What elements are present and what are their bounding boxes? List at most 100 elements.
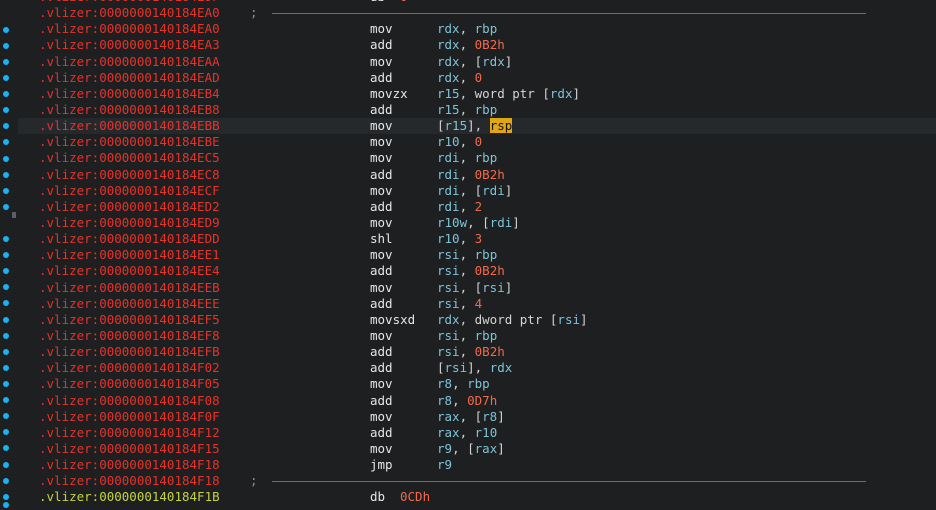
instruction-line[interactable]: .vlizer:0000000140184EBB mov [r15], rsp [18,118,936,135]
address-label[interactable]: .vlizer:0000000140184ED2 [39,199,220,215]
address-label[interactable]: .vlizer:0000000140184EDD [39,231,220,247]
immediate-operand[interactable]: 0B2h [475,344,505,359]
mnemonic[interactable]: add [370,393,393,409]
register-operand[interactable]: rsi [445,360,468,375]
instruction-line[interactable]: .vlizer:0000000140184EA0 mov rdx, rbp [18,21,936,37]
address-label[interactable]: .vlizer:0000000140184EEB [39,280,220,296]
mnemonic[interactable]: add [370,263,393,279]
instruction-line[interactable]: .vlizer:0000000140184EDD shl r10, 3 [18,231,936,247]
address-label[interactable]: .vlizer:0000000140184EC5 [39,150,220,166]
register-operand[interactable]: rdx [550,86,573,101]
instruction-line[interactable]: .vlizer:0000000140184F02 add [rsi], rdx [18,360,936,376]
register-operand[interactable]: rdi [437,183,460,198]
register-operand[interactable]: rbp [475,21,498,36]
breakpoint-dot-icon[interactable] [3,494,9,500]
mnemonic[interactable]: mov [370,150,393,166]
register-operand[interactable]: r15 [437,102,460,117]
instruction-line[interactable]: .vlizer:0000000140184EF8 mov rsi, rbp [18,328,936,344]
register-operand[interactable]: rsi [437,328,460,343]
immediate-operand[interactable]: 0D7h [467,393,497,408]
instruction-line[interactable]: .vlizer:0000000140184EB8 add r15, rbp [18,102,936,118]
immediate-operand[interactable]: 0 [475,70,483,85]
instruction-line[interactable]: .vlizer:0000000140184EA3 add rdx, 0B2h [18,37,936,53]
breakpoint-dot-icon[interactable] [3,172,9,178]
mnemonic[interactable]: mov [370,409,393,425]
instruction-line[interactable]: .vlizer:0000000140184EAA mov rdx, [rdx] [18,54,936,70]
instruction-line[interactable]: .vlizer:0000000140184EAD add rdx, 0 [18,70,936,86]
breakpoint-dot-icon[interactable] [3,502,9,508]
address-label[interactable]: .vlizer:0000000140184F15 [39,441,220,457]
mnemonic[interactable]: add [370,167,393,183]
address-label[interactable]: .vlizer:0000000140184EC8 [39,167,220,183]
register-operand[interactable]: r10 [475,425,498,440]
mnemonic[interactable]: mov [370,54,393,70]
mnemonic[interactable]: jmp [370,457,393,473]
register-operand[interactable]: rax [437,425,460,440]
immediate-operand[interactable]: 4 [475,296,483,311]
address-label[interactable]: .vlizer:0000000140184F18 [39,473,220,489]
register-operand[interactable]: rbp [475,247,498,262]
register-operand[interactable]: r10 [437,231,460,246]
register-operand[interactable]: rdx [437,21,460,36]
breakpoint-dot-icon[interactable] [3,381,9,387]
address-label[interactable]: .vlizer:0000000140184EF5 [39,312,220,328]
mnemonic[interactable]: add [370,37,393,53]
register-operand[interactable]: rbp [475,150,498,165]
mnemonic[interactable]: add [370,425,393,441]
instruction-line[interactable]: .vlizer:0000000140184F1B db 0CDh [18,489,936,505]
address-label[interactable]: .vlizer:0000000140184F12 [39,425,220,441]
mnemonic[interactable]: add [370,296,393,312]
instruction-line[interactable]: .vlizer:0000000140184ED9 mov r10w, [rdi] [18,215,936,231]
mnemonic[interactable]: add [370,344,393,360]
instruction-line[interactable]: .vlizer:0000000140184ED2 add rdi, 2 [18,199,936,215]
breakpoint-dot-icon[interactable] [3,252,9,258]
register-operand[interactable]: rdi [437,167,460,182]
register-operand[interactable]: r9 [437,457,452,472]
data-directive[interactable]: db [370,489,385,505]
address-label[interactable]: .vlizer:0000000140184EE4 [39,263,220,279]
address-label[interactable]: .vlizer:0000000140184ED9 [39,215,220,231]
breakpoint-gutter[interactable] [0,0,18,510]
register-operand[interactable]: rdi [437,199,460,214]
instruction-line[interactable]: .vlizer:0000000140184EE1 mov rsi, rbp [18,247,936,263]
instruction-line[interactable]: .vlizer:0000000140184ECF mov rdi, [rdi] [18,183,936,199]
address-label[interactable]: .vlizer:0000000140184EB4 [39,86,220,102]
instruction-line[interactable]: .vlizer:0000000140184F18 jmp r9 [18,457,936,473]
register-operand[interactable]: rdx [437,312,460,327]
mnemonic[interactable]: mov [370,215,393,231]
breakpoint-dot-icon[interactable] [3,91,9,97]
address-label[interactable]: .vlizer:0000000140184EE1 [39,247,220,263]
instruction-line[interactable]: .vlizer:0000000140184F15 mov r9, [rax] [18,441,936,457]
mnemonic[interactable]: mov [370,376,393,392]
register-operand[interactable]: rsi [437,344,460,359]
register-operand[interactable]: r8 [437,393,452,408]
mnemonic[interactable]: mov [370,441,393,457]
breakpoint-dot-icon[interactable] [3,75,9,81]
immediate-operand[interactable]: 3 [475,231,483,246]
address-label[interactable]: .vlizer:0000000140184EA0 [39,21,220,37]
mnemonic[interactable]: movzx [370,86,408,102]
address-label[interactable]: .vlizer:0000000140184F1B [39,489,220,505]
mnemonic[interactable]: add [370,360,393,376]
breakpoint-dot-icon[interactable] [3,27,9,33]
address-label[interactable]: .vlizer:0000000140184EEE [39,296,220,312]
mnemonic[interactable]: mov [370,134,393,150]
register-operand[interactable]: rdi [490,215,513,230]
address-label[interactable]: .vlizer:0000000140184EF8 [39,328,220,344]
mnemonic[interactable]: add [370,199,393,215]
instruction-line[interactable]: .vlizer:0000000140184EB4 movzx r15, word p… [18,86,936,102]
instruction-line[interactable]: .vlizer:0000000140184EBE mov r10, 0 [18,134,936,150]
breakpoint-dot-icon[interactable] [3,59,9,65]
address-label[interactable]: .vlizer:0000000140184ECF [39,183,220,199]
address-label[interactable]: .vlizer:0000000140184F05 [39,376,220,392]
mnemonic[interactable]: mov [370,247,393,263]
register-operand[interactable]: rdi [437,150,460,165]
instruction-line[interactable]: .vlizer:0000000140184F05 mov r8, rbp [18,376,936,392]
register-operand[interactable]: rbp [475,328,498,343]
breakpoint-dot-icon[interactable] [3,284,9,290]
mnemonic[interactable]: add [370,102,393,118]
address-label[interactable]: .vlizer:0000000140184EAD [39,70,220,86]
breakpoint-dot-icon[interactable] [3,236,9,242]
register-operand[interactable]: rsi [437,280,460,295]
register-operand[interactable]: r15 [437,86,460,101]
